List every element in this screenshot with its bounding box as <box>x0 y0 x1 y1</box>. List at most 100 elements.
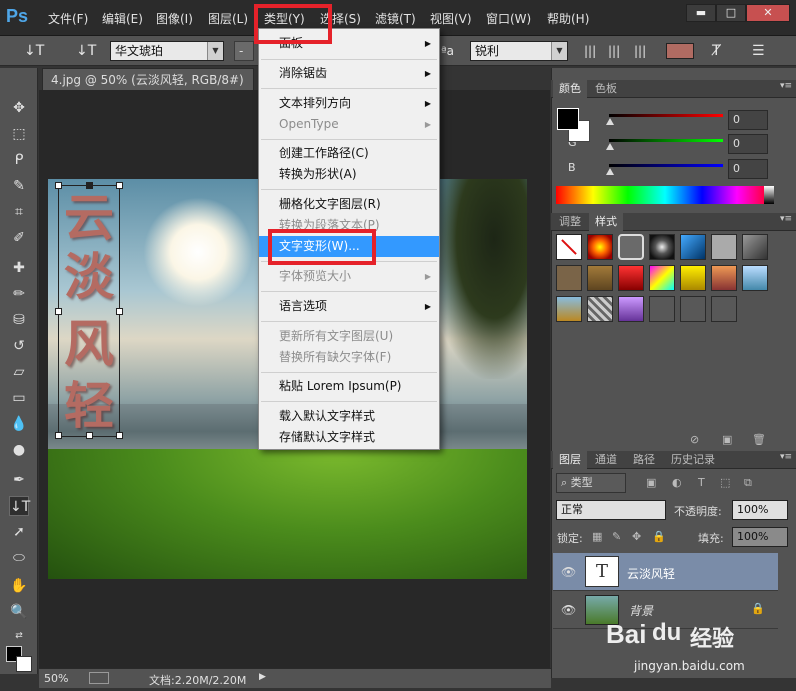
blue-value-field[interactable]: 0 <box>728 159 768 179</box>
clone-stamp-tool-icon[interactable]: ⛁ <box>9 310 29 330</box>
foreground-color-box-front[interactable] <box>557 108 579 130</box>
style-swatch-selected[interactable] <box>618 234 644 260</box>
style-swatch[interactable] <box>587 234 613 260</box>
filter-adjustment-icon[interactable]: ◐ <box>672 476 682 489</box>
style-swatch[interactable] <box>587 296 613 322</box>
eraser-tool-icon[interactable]: ▱ <box>9 362 29 382</box>
align-center-icon[interactable]: ||| <box>608 42 620 60</box>
zoom-level[interactable]: 50% <box>44 672 68 685</box>
lock-transparent-icon[interactable]: ▦ <box>592 530 602 543</box>
tab-layers[interactable]: 图层 <box>553 451 587 469</box>
crop-tool-icon[interactable]: ⌗ <box>9 202 29 222</box>
hand-tool-icon[interactable]: ✋ <box>9 576 29 596</box>
maximize-button[interactable]: □ <box>716 4 746 22</box>
type-tool-icon[interactable]: ↓T <box>9 496 30 516</box>
tab-adjustments[interactable]: 调整 <box>553 213 587 231</box>
character-panel-icon[interactable]: ☰ <box>752 42 765 60</box>
green-slider[interactable] <box>609 139 723 142</box>
lock-pixels-icon[interactable]: ✎ <box>612 530 621 543</box>
visibility-eye-icon[interactable]: 👁 <box>561 603 576 617</box>
marquee-tool-icon[interactable]: ⬚ <box>9 124 29 144</box>
style-swatch[interactable] <box>742 265 768 291</box>
visibility-eye-icon[interactable]: 👁 <box>561 565 576 579</box>
transform-handle[interactable] <box>116 182 123 189</box>
style-swatch[interactable] <box>742 234 768 260</box>
menu-item-load-default-type-styles[interactable]: 载入默认文字样式 <box>259 406 439 427</box>
status-options-icon[interactable] <box>89 672 109 684</box>
menu-item-replace-missing-fonts[interactable]: 替换所有缺欠字体(F) <box>259 347 439 368</box>
slider-knob[interactable] <box>606 118 614 125</box>
layer-name[interactable]: 云淡风轻 <box>627 565 675 582</box>
menu-window[interactable]: 窗口(W) <box>486 10 531 28</box>
transform-handle[interactable] <box>55 308 62 315</box>
menu-item-language-options[interactable]: 语言选项 ▶ <box>259 296 439 317</box>
style-swatch[interactable] <box>711 296 737 322</box>
antialias-select[interactable]: 锐利 ▼ <box>470 41 568 61</box>
menu-layer[interactable]: 图层(L) <box>208 10 248 28</box>
menu-item-update-all-type[interactable]: 更新所有文字图层(U) <box>259 326 439 347</box>
align-top-icon[interactable]: ||| <box>584 42 596 60</box>
path-select-tool-icon[interactable]: ➚ <box>9 522 29 542</box>
lasso-tool-icon[interactable]: ᑭ <box>9 150 29 170</box>
style-swatch[interactable] <box>618 296 644 322</box>
menu-image[interactable]: 图像(I) <box>156 10 193 28</box>
blur-tool-icon[interactable]: 💧 <box>9 414 29 434</box>
style-swatch[interactable] <box>649 265 675 291</box>
style-swatch[interactable] <box>711 265 737 291</box>
panel-menu-icon[interactable]: ▾≡ <box>780 81 792 91</box>
text-color-swatch[interactable] <box>666 43 694 59</box>
align-bottom-icon[interactable]: ||| <box>634 42 646 60</box>
filter-smart-icon[interactable]: ⧉ <box>744 476 752 490</box>
fill-field[interactable]: 100% <box>732 527 788 547</box>
panel-menu-icon[interactable]: ▾≡ <box>780 214 792 224</box>
slider-knob[interactable] <box>606 168 614 175</box>
lock-position-icon[interactable]: ✥ <box>632 530 641 543</box>
menu-file[interactable]: 文件(F) <box>48 10 88 28</box>
style-swatch[interactable] <box>680 234 706 260</box>
text-orientation-icon[interactable]: ↓T <box>76 42 96 60</box>
filter-type-icon[interactable]: T <box>698 476 705 489</box>
menu-item-font-preview-size[interactable]: 字体预览大小 ▶ <box>259 266 439 287</box>
transform-handle[interactable] <box>55 182 62 189</box>
warp-text-icon[interactable]: Ⱦ <box>712 42 721 60</box>
menu-item-save-default-type-styles[interactable]: 存储默认文字样式 <box>259 427 439 448</box>
menu-item-convert-to-shape[interactable]: 转换为形状(A) <box>259 164 439 185</box>
gradient-tool-icon[interactable]: ▭ <box>9 388 29 408</box>
history-brush-tool-icon[interactable]: ↺ <box>9 336 29 356</box>
tab-paths[interactable]: 路径 <box>627 451 661 469</box>
blend-mode-select[interactable]: 正常 <box>556 500 666 520</box>
font-family-select[interactable]: 华文琥珀 ▼ <box>110 41 224 61</box>
lock-all-icon[interactable]: 🔒 <box>652 530 666 543</box>
style-swatch[interactable] <box>649 234 675 260</box>
red-slider[interactable] <box>609 114 723 117</box>
menu-item-paste-lorem-ipsum[interactable]: 粘贴 Lorem Ipsum(P) <box>259 376 439 397</box>
tab-styles[interactable]: 样式 <box>589 213 623 231</box>
pen-tool-icon[interactable]: ✒ <box>9 470 29 490</box>
swap-colors-icon[interactable]: ⇄ <box>9 626 29 646</box>
menu-item-antialias[interactable]: 消除锯齿 ▶ <box>259 63 439 84</box>
new-style-icon[interactable]: ▣ <box>722 433 732 446</box>
slider-knob[interactable] <box>606 143 614 150</box>
style-swatch[interactable] <box>618 265 644 291</box>
transform-handle[interactable] <box>116 308 123 315</box>
dodge-tool-icon[interactable]: ● <box>9 440 29 460</box>
filter-pixel-icon[interactable]: ▣ <box>646 476 656 489</box>
move-tool-icon[interactable]: ✥ <box>9 98 29 118</box>
menu-item-opentype[interactable]: OpenType ▶ <box>259 114 439 135</box>
font-style-select[interactable]: - <box>234 41 254 61</box>
style-swatch[interactable] <box>556 265 582 291</box>
opacity-field[interactable]: 100% <box>732 500 788 520</box>
layer-row-text[interactable]: 👁 T 云淡风轻 <box>553 553 778 591</box>
vertical-type-tool-icon[interactable]: ↓T <box>24 42 44 60</box>
menu-filter[interactable]: 滤镜(T) <box>375 10 416 28</box>
menu-item-create-work-path[interactable]: 创建工作路径(C) <box>259 143 439 164</box>
style-swatch[interactable] <box>711 234 737 260</box>
tab-channels[interactable]: 通道 <box>589 451 623 469</box>
color-spectrum-bar[interactable] <box>556 186 774 204</box>
tab-history[interactable]: 历史记录 <box>665 451 721 469</box>
menu-view[interactable]: 视图(V) <box>430 10 472 28</box>
eyedropper-tool-icon[interactable]: ✐ <box>9 228 29 248</box>
style-swatch[interactable] <box>587 265 613 291</box>
minimize-button[interactable]: ▬ <box>686 4 716 22</box>
menu-edit[interactable]: 编辑(E) <box>102 10 143 28</box>
